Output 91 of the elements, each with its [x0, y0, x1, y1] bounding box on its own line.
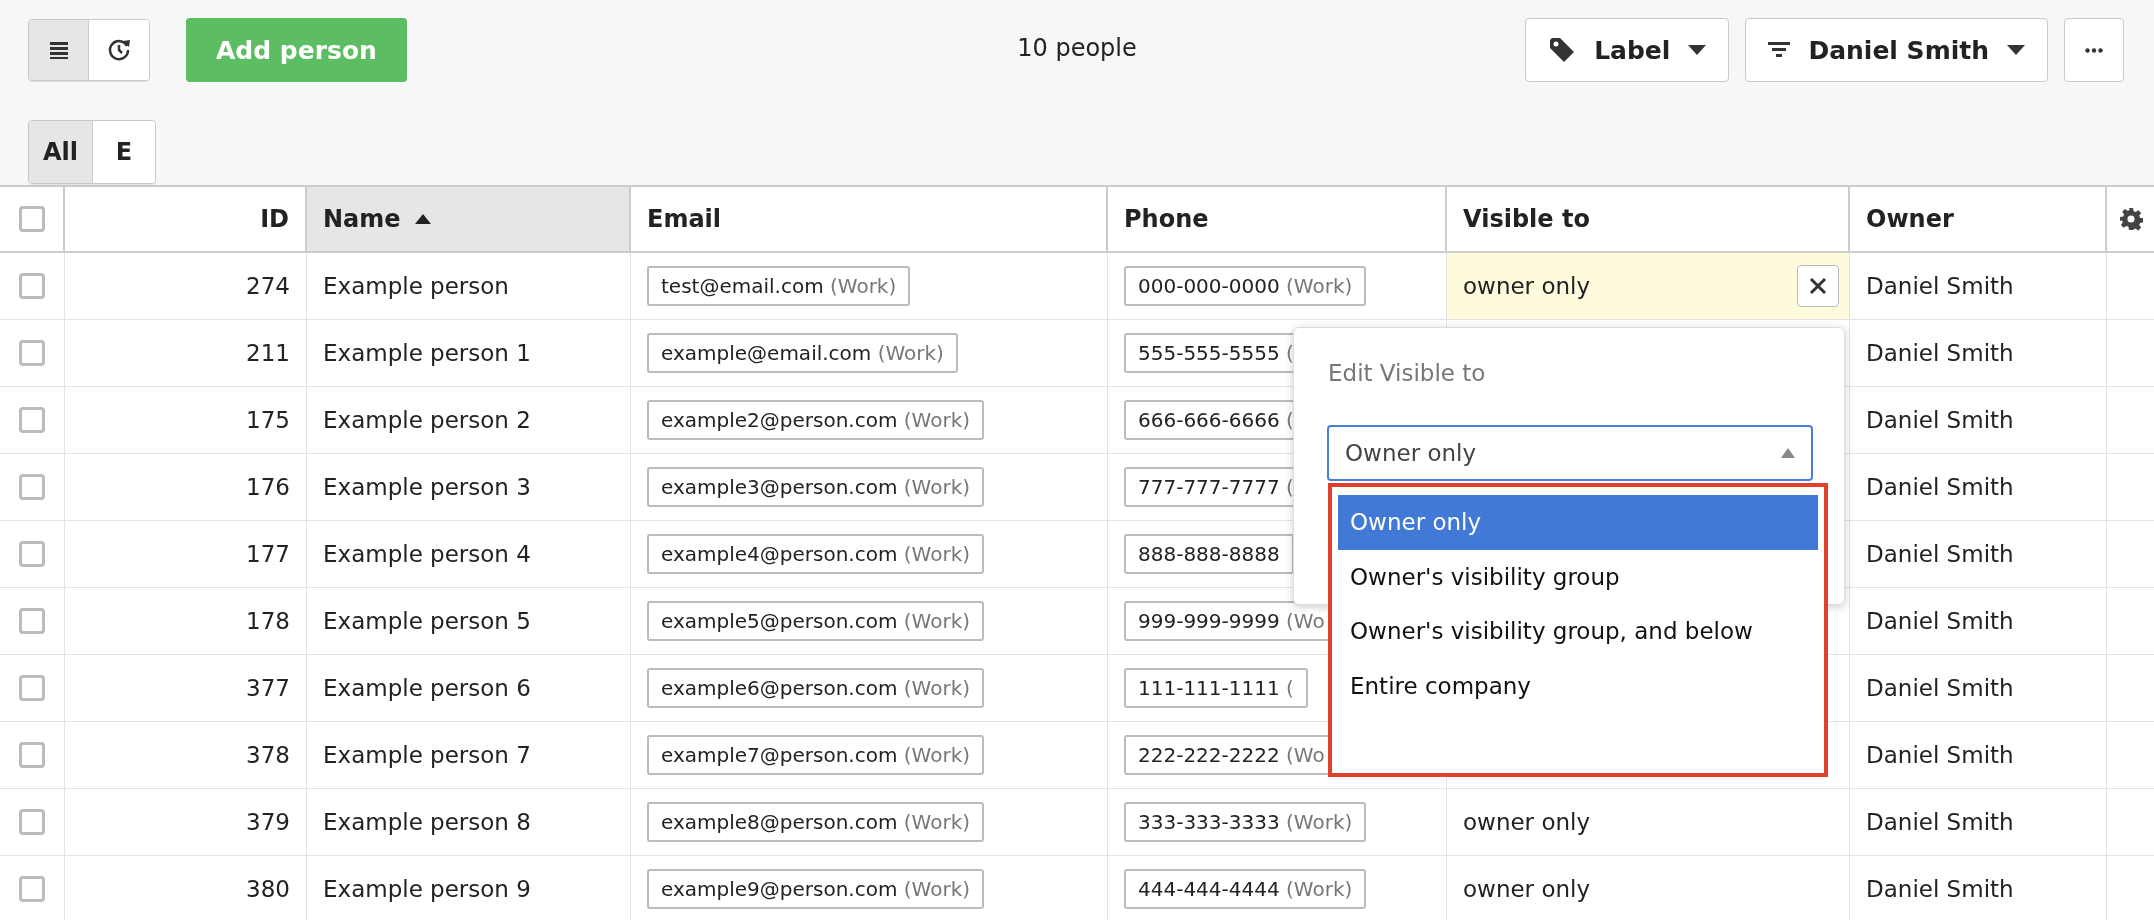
table-cell: 377	[65, 655, 307, 721]
table-cell: Daniel Smith	[1850, 789, 2107, 855]
settings-icon[interactable]	[2118, 207, 2143, 231]
email-chip[interactable]: example9@person.com (Work)	[647, 869, 985, 909]
column-header[interactable]: Phone	[1108, 187, 1447, 251]
dropdown-option[interactable]: Entire company	[1338, 658, 1818, 713]
table-cell: Daniel Smith	[1850, 521, 2107, 587]
list-icon	[47, 40, 70, 60]
table-cell: Daniel Smith	[1850, 722, 2107, 788]
row-checkbox[interactable]	[19, 809, 45, 835]
row-checkbox[interactable]	[19, 474, 45, 500]
table-cell: 177	[65, 521, 307, 587]
table-cell: Daniel Smith	[1850, 856, 2107, 920]
column-header[interactable]: Visible to	[1447, 187, 1850, 251]
email-chip[interactable]: example4@person.com (Work)	[647, 534, 985, 574]
email-chip[interactable]: example7@person.com (Work)	[647, 735, 985, 775]
dropdown-option[interactable]: Owner's visibility group	[1338, 549, 1818, 604]
dropdown-option[interactable]: Owner's visibility group, and below	[1338, 604, 1818, 659]
phone-chip[interactable]: 888-888-8888	[1124, 534, 1294, 574]
select-all-checkbox[interactable]	[18, 206, 45, 232]
visibility-select[interactable]: Owner only	[1327, 425, 1813, 481]
table-cell: 175	[65, 387, 307, 453]
table-cell: Example person 7	[307, 722, 631, 788]
table-cell: Example person	[307, 253, 631, 319]
column-header[interactable]: Name	[307, 187, 631, 251]
phone-chip[interactable]: 111-111-1111 (	[1124, 668, 1308, 708]
sort-ascending-icon	[414, 214, 431, 224]
caret-icon	[2007, 45, 2025, 55]
row-checkbox[interactable]	[19, 340, 45, 366]
table-cell: Daniel Smith	[1850, 588, 2107, 654]
popover-title: Edit Visible to	[1328, 360, 1487, 386]
email-chip[interactable]: example@email.com (Work)	[647, 333, 958, 373]
table-cell: Daniel Smith	[1850, 387, 2107, 453]
timeline-view-button[interactable]	[89, 20, 149, 80]
row-checkbox[interactable]	[19, 273, 45, 299]
table-cell: Example person 9	[307, 856, 631, 920]
row-checkbox[interactable]	[19, 675, 45, 701]
table-cell: 380	[65, 856, 307, 920]
row-checkbox[interactable]	[19, 608, 45, 634]
table-cell: Example person 2	[307, 387, 631, 453]
table-cell: Daniel Smith	[1850, 655, 2107, 721]
table-cell: Example person 8	[307, 789, 631, 855]
phone-chip[interactable]: 444-444-4444 (Work)	[1124, 869, 1367, 909]
table-cell: Example person 1	[307, 320, 631, 386]
table-cell: Daniel Smith	[1850, 454, 2107, 520]
table-cell: Example person 5	[307, 588, 631, 654]
tag-icon	[1548, 36, 1577, 64]
column-header[interactable]: Email	[631, 187, 1108, 251]
table-cell: owner only	[1463, 876, 1591, 902]
filter-icon	[1768, 42, 1791, 58]
caret-icon	[1688, 45, 1707, 55]
table-cell: 379	[65, 789, 307, 855]
history-icon	[106, 37, 132, 63]
table-cell: Daniel Smith	[1850, 320, 2107, 386]
editing-cell[interactable]: owner only	[1447, 253, 1850, 319]
table-cell: 378	[65, 722, 307, 788]
table-cell: 274	[65, 253, 307, 319]
column-header[interactable]: Owner	[1850, 187, 2107, 251]
close-icon	[1809, 277, 1827, 295]
people-count: 10 people	[1017, 34, 1137, 62]
table-cell: Daniel Smith	[1850, 253, 2107, 319]
phone-chip[interactable]: 333-333-3333 (Work)	[1124, 802, 1367, 842]
email-chip[interactable]: example5@person.com (Work)	[647, 601, 985, 641]
filter-tab[interactable]: E	[93, 121, 156, 183]
table-cell: 178	[65, 588, 307, 654]
list-view-button[interactable]	[29, 20, 89, 80]
email-chip[interactable]: example2@person.com (Work)	[647, 400, 985, 440]
label-button[interactable]: Label	[1525, 18, 1730, 82]
table-cell: Example person 6	[307, 655, 631, 721]
owner-filter-button[interactable]: Daniel Smith	[1745, 18, 2048, 82]
table-cell: owner only	[1463, 809, 1591, 835]
table-cell: 211	[65, 320, 307, 386]
caret-up-icon	[1781, 448, 1795, 458]
table-cell: Example person 4	[307, 521, 631, 587]
email-chip[interactable]: example8@person.com (Work)	[647, 802, 985, 842]
email-chip[interactable]: test@email.com (Work)	[647, 266, 911, 306]
row-checkbox[interactable]	[19, 742, 45, 768]
cell-text: owner only	[1463, 273, 1591, 299]
phone-chip[interactable]: 000-000-0000 (Work)	[1124, 266, 1367, 306]
row-checkbox[interactable]	[19, 541, 45, 567]
close-button[interactable]	[1797, 265, 1839, 307]
row-checkbox[interactable]	[19, 876, 45, 902]
email-chip[interactable]: example6@person.com (Work)	[647, 668, 985, 708]
table-cell: Example person 3	[307, 454, 631, 520]
row-checkbox[interactable]	[19, 407, 45, 433]
email-chip[interactable]: example3@person.com (Work)	[647, 467, 985, 507]
dropdown-option[interactable]: Owner only	[1338, 495, 1818, 550]
more-icon	[2085, 47, 2103, 53]
table-cell: 176	[65, 454, 307, 520]
more-button[interactable]	[2064, 18, 2124, 82]
filter-tab[interactable]: All	[29, 121, 94, 183]
